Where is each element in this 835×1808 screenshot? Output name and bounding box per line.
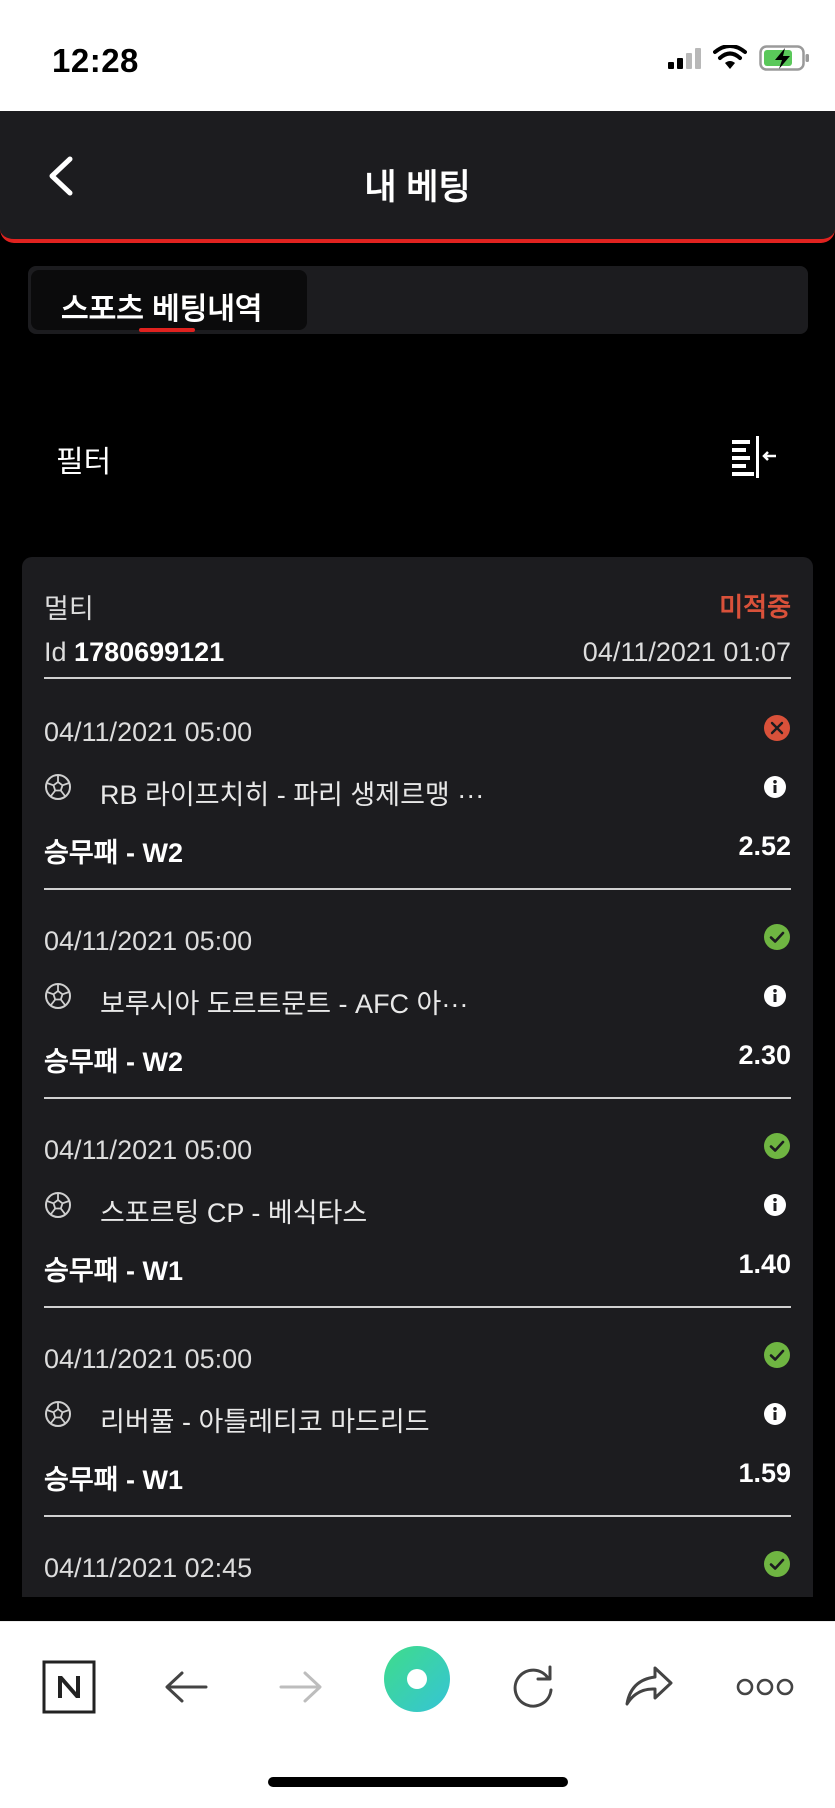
soccer-ball-icon [45,1401,71,1427]
browser-forward-button[interactable] [266,1652,336,1722]
filter-button[interactable] [728,434,780,478]
status-bar: 12:28 [0,0,835,111]
naver-button[interactable] [34,1652,104,1722]
selection-row: 04/11/2021 05:00 스포르팅 CP - 베식타스 승무패 - W1… [44,1099,791,1308]
bet-id-label: Id [44,637,67,667]
selection-match: 보루시아 도르트문트 - AFC 아··· [100,989,469,1019]
bet-card[interactable]: 멀티 미적중 Id 1780699121 04/11/2021 01:07 04… [22,557,813,1597]
back-arrow-icon [165,1671,208,1703]
bet-status-badge: 미적중 [719,592,791,622]
share-button[interactable] [614,1652,684,1722]
selection-row: 04/11/2021 05:00 리버풀 - 아틀레티코 마드리드 승무패 - … [44,1308,791,1517]
wifi-icon [713,45,747,69]
selection-time: 04/11/2021 05:00 [44,1344,253,1374]
won-check-icon [764,1133,790,1159]
bet-id: Id 1780699121 [44,637,224,668]
selection-odds: 1.59 [738,1458,791,1488]
home-indicator [268,1777,568,1787]
filter-collapse-icon [732,436,776,478]
selection-time: 04/11/2021 02:45 [44,1553,253,1583]
forward-arrow-icon [279,1671,322,1703]
tab-strip: 스포츠 베팅내역 [28,266,808,334]
selection-row: 04/11/2021 05:00 RB 라이프치히 - 파리 생제르맹 ··· … [44,681,791,890]
selection-market: 승무패 - W1 [44,1256,184,1286]
selection-market: 승무패 - W2 [44,1047,184,1077]
selection-odds: 1.40 [738,1249,791,1279]
bet-card-header: 멀티 미적중 Id 1780699121 04/11/2021 01:07 [44,557,791,679]
info-icon[interactable] [763,984,787,1008]
won-check-icon [764,924,790,950]
info-icon[interactable] [763,1402,787,1426]
selection-market: 승무패 - W2 [44,838,184,868]
selection-odds: 2.30 [738,1040,791,1070]
selection-time: 04/11/2021 05:00 [44,1135,253,1165]
green-dot-button[interactable] [382,1644,452,1714]
selection-row: 04/11/2021 02:45 [44,1517,791,1597]
selection-row: 04/11/2021 05:00 보루시아 도르트문트 - AFC 아··· 승… [44,890,791,1099]
more-icon [736,1678,794,1696]
battery-charging-icon [759,45,809,71]
reload-button[interactable] [498,1652,568,1722]
share-icon [625,1666,673,1706]
naver-icon [42,1660,96,1714]
selection-time: 04/11/2021 05:00 [44,926,253,956]
status-icons [668,44,811,72]
won-check-icon [764,1342,790,1368]
more-button[interactable] [730,1652,800,1722]
tab-label: 스포츠 베팅내역 [61,293,263,326]
bet-id-value: 1780699121 [74,637,225,667]
reload-icon [513,1665,553,1708]
bet-placed-date: 04/11/2021 01:07 [582,637,791,667]
info-icon[interactable] [763,1193,787,1217]
selection-match: 스포르팅 CP - 베식타스 [100,1198,368,1228]
app-header: 내 베팅 [0,111,835,243]
soccer-ball-icon [45,983,71,1009]
selection-match: 리버풀 - 아틀레티코 마드리드 [100,1407,430,1437]
selection-market: 승무패 - W1 [44,1465,184,1495]
cellular-signal-icon [668,47,701,69]
tab-sports-bet-history[interactable]: 스포츠 베팅내역 [31,270,307,332]
filter-label: 필터 [56,446,112,479]
lost-x-icon [764,715,790,741]
info-icon[interactable] [763,775,787,799]
selection-time: 04/11/2021 05:00 [44,717,253,747]
selection-match: RB 라이프치히 - 파리 생제르맹 ··· [100,780,485,810]
won-check-icon [764,1551,790,1577]
browser-back-button[interactable] [151,1652,221,1722]
green-dot-icon [384,1646,450,1712]
status-time: 12:28 [52,42,139,79]
tab-active-indicator [139,328,195,332]
bet-type: 멀티 [44,594,94,624]
page-title: 내 베팅 [364,168,471,207]
selection-odds: 2.52 [738,831,791,861]
soccer-ball-icon [45,1192,71,1218]
soccer-ball-icon [45,774,71,800]
